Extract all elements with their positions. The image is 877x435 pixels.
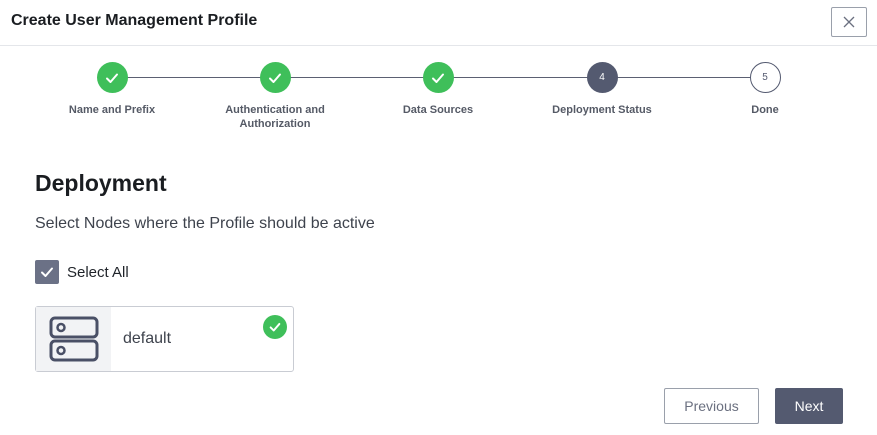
step-label: Deployment Status bbox=[552, 104, 652, 116]
select-all-checkbox[interactable]: Select All bbox=[35, 260, 129, 284]
step-authentication: Authentication and Authorization bbox=[205, 62, 345, 131]
previous-button[interactable]: Previous bbox=[664, 388, 759, 424]
step-label: Name and Prefix bbox=[68, 104, 156, 116]
node-card-default[interactable]: default bbox=[35, 306, 294, 372]
select-all-label: Select All bbox=[67, 263, 129, 281]
section-subtitle: Select Nodes where the Profile should be… bbox=[35, 215, 375, 232]
checkmark-icon bbox=[269, 322, 281, 332]
checkmark-icon bbox=[41, 267, 53, 277]
close-icon bbox=[843, 16, 855, 28]
close-button[interactable] bbox=[831, 7, 867, 37]
next-button[interactable]: Next bbox=[775, 388, 843, 424]
step-done: 5 Done bbox=[695, 62, 835, 117]
dialog-header: Create User Management Profile bbox=[0, 0, 877, 46]
checkbox-checked[interactable] bbox=[35, 260, 59, 284]
step-complete-indicator bbox=[422, 62, 454, 93]
step-label: Done bbox=[751, 104, 779, 116]
step-number-indicator: 4 bbox=[586, 62, 618, 93]
step-name-and-prefix: Name and Prefix bbox=[42, 62, 182, 117]
step-complete-indicator bbox=[259, 62, 291, 93]
checkmark-icon bbox=[106, 73, 118, 83]
node-label: default bbox=[123, 330, 172, 347]
checkmark-icon bbox=[269, 73, 281, 83]
step-deployment-status: 4 Deployment Status bbox=[532, 62, 672, 117]
node-selected-indicator bbox=[263, 315, 287, 339]
section-title: Deployment bbox=[35, 170, 167, 196]
node-icon-container bbox=[36, 307, 111, 371]
server-icon bbox=[49, 316, 98, 362]
progress-stepper: Name and Prefix Authentication and Autho… bbox=[0, 62, 877, 142]
step-label: Data Sources bbox=[402, 104, 474, 116]
step-data-sources: Data Sources bbox=[368, 62, 508, 117]
checkmark-icon bbox=[432, 73, 444, 83]
step-complete-indicator bbox=[96, 62, 128, 93]
dialog-title: Create User Management Profile bbox=[11, 12, 258, 29]
step-number-indicator: 5 bbox=[749, 62, 781, 93]
step-label: Authentication and Authorization bbox=[225, 104, 325, 130]
